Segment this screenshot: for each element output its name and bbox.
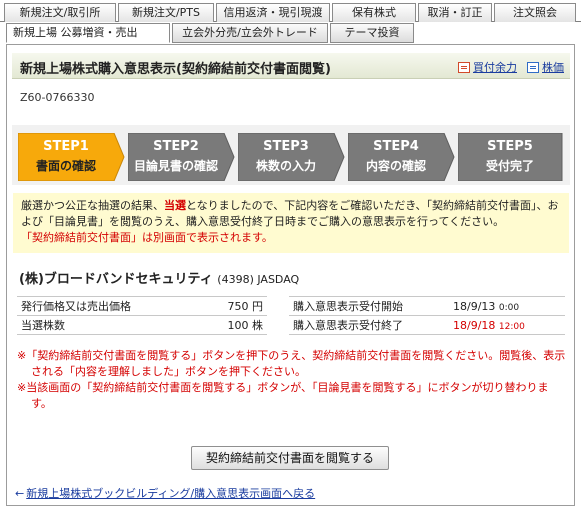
buying-power-link[interactable]: 買付余力 — [458, 59, 517, 75]
step-label: 書面の確認 — [35, 159, 96, 173]
notice-text-1: 厳選かつ公正な抽選の結果、 — [21, 199, 164, 212]
company-code: (4398) JASDAQ — [217, 273, 300, 286]
step-label: 受付完了 — [485, 159, 534, 173]
header-links: 買付余力 株価 — [458, 59, 564, 75]
end-datetime: 18/9/18 12:00 — [449, 315, 565, 335]
price-value: 750 円 — [177, 296, 267, 316]
start-datetime: 18/9/13 0:00 — [449, 296, 565, 316]
step-1: STEP1 書面の確認 — [18, 133, 126, 181]
start-label: 購入意思表示受付開始 — [289, 296, 449, 316]
tab-order-inquiry[interactable]: 注文照会 — [494, 3, 576, 22]
warning-note: ※「契約締結前交付書面を閲覧する」ボタンを押下のうえ、契約締結前交付書面を閲覧く… — [17, 349, 566, 378]
back-link-label: 新規上場株式ブックビルディング/購入意思表示画面へ戻る — [26, 487, 316, 500]
stock-price-label: 株価 — [542, 61, 564, 74]
shares-value: 100 株 — [177, 315, 267, 335]
step-number: STEP1 — [43, 139, 89, 154]
title-bar: 新規上場株式購入意思表示(契約締結前交付書面閲覧) 買付余力 株価 — [12, 53, 570, 79]
end-time: 12:00 — [498, 321, 525, 332]
shares-label: 当選株数 — [17, 315, 177, 335]
document-id: Z60-0766330 — [20, 91, 95, 104]
step-number: STEP4 — [373, 139, 419, 154]
tab-cancel-modify[interactable]: 取消・訂正 — [418, 3, 492, 22]
step-2: STEP2 目論見書の確認 — [128, 133, 236, 181]
back-arrow-icon: ← — [15, 487, 25, 500]
subtab-theme-investment[interactable]: テーマ投資 — [330, 23, 414, 43]
main-panel: 新規上場株式購入意思表示(契約締結前交付書面閲覧) 買付余力 株価 Z60-07… — [6, 44, 575, 506]
step-label: 内容の確認 — [365, 159, 426, 173]
tab-margin-settlement[interactable]: 信用返済・現引現渡 — [216, 3, 330, 22]
table-row: 当選株数 100 株 購入意思表示受付終了 18/9/18 12:00 — [17, 315, 565, 335]
step-indicator: STEP1 書面の確認 STEP2 目論見書の確認 STEP3 株数の入力 ST… — [12, 125, 570, 185]
page-title: 新規上場株式購入意思表示(契約締結前交付書面閲覧) — [20, 62, 331, 77]
subtab-off-floor[interactable]: 立会外分売/立会外トレード — [172, 23, 328, 43]
start-time: 0:00 — [498, 302, 520, 313]
end-label: 購入意思表示受付終了 — [289, 315, 449, 335]
step-number: STEP3 — [263, 139, 309, 154]
buying-power-label: 買付余力 — [473, 61, 517, 74]
sub-tab-bar: 新規上場 公募増資・売出 立会外分売/立会外トレード テーマ投資 — [0, 22, 581, 44]
lottery-notice: 厳選かつ公正な抽選の結果、当選となりましたので、下記内容をご確認いただき、「契約… — [13, 193, 569, 253]
step-5: STEP5 受付完了 — [458, 133, 566, 181]
notice-highlight: 当選 — [164, 199, 186, 212]
step-label: 株数の入力 — [255, 159, 316, 173]
step-4: STEP4 内容の確認 — [348, 133, 456, 181]
step-number: STEP5 — [487, 139, 533, 154]
warning-note: ※当該画面の「契約締結前交付書面を閲覧する」ボタンが、「目論見書を閲覧する」にボ… — [17, 381, 549, 410]
tab-new-order-exchange[interactable]: 新規注文/取引所 — [4, 3, 116, 22]
step-3: STEP3 株数の入力 — [238, 133, 346, 181]
table-row: 発行価格又は売出価格 750 円 購入意思表示受付開始 18/9/13 0:00 — [17, 296, 565, 316]
subtab-ipo-po[interactable]: 新規上場 公募増資・売出 — [6, 23, 170, 43]
company-name: (株)ブロードバンドセキュリティ — [19, 272, 213, 287]
end-date: 18/9/18 — [453, 318, 496, 332]
tab-holdings[interactable]: 保有株式 — [332, 3, 416, 22]
price-label: 発行価格又は売出価格 — [17, 296, 177, 316]
offering-info-table: 発行価格又は売出価格 750 円 購入意思表示受付開始 18/9/13 0:00… — [17, 296, 565, 335]
back-link[interactable]: ← 新規上場株式ブックビルディング/購入意思表示画面へ戻る — [15, 485, 315, 501]
company-title: (株)ブロードバンドセキュリティ (4398) JASDAQ — [19, 268, 299, 287]
start-date: 18/9/13 — [453, 299, 496, 313]
top-tab-bar: 新規注文/取引所 新規注文/PTS 信用返済・現引現渡 保有株式 取消・訂正 注… — [0, 0, 581, 22]
notice-separate-window: 「契約締結前交付書面」は別画面で表示されます。 — [21, 231, 273, 244]
stock-price-link[interactable]: 株価 — [527, 59, 564, 75]
tab-new-order-pts[interactable]: 新規注文/PTS — [118, 3, 214, 22]
step-number: STEP2 — [153, 139, 199, 154]
warning-notes: ※「契約締結前交付書面を閲覧する」ボタンを押下のうえ、契約締結前交付書面を閲覧く… — [17, 348, 567, 412]
view-pre-contract-document-button[interactable]: 契約締結前交付書面を閲覧する — [191, 446, 389, 470]
step-label: 目論見書の確認 — [133, 159, 218, 173]
window-icon — [458, 61, 470, 73]
window-icon — [527, 61, 539, 73]
